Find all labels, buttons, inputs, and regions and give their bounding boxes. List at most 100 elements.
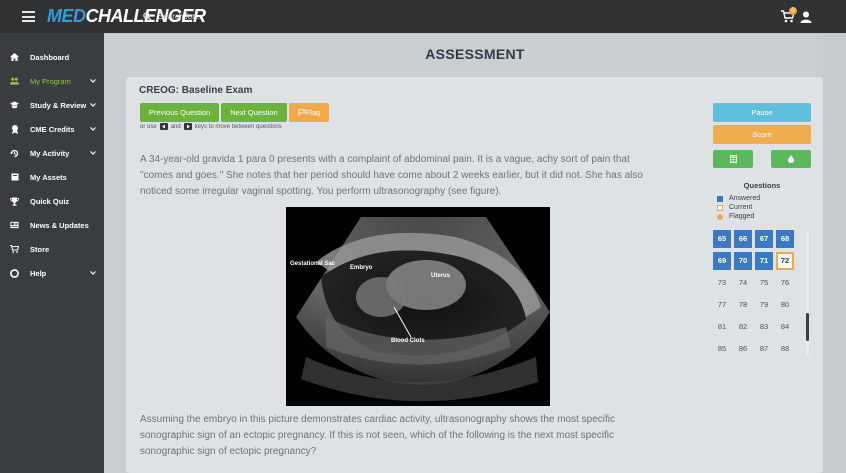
stem-line: "comes and goes." She notes that her per… (140, 170, 643, 181)
question-number-78[interactable]: 78 (734, 296, 752, 314)
sidebar-item-label: Quick Quiz (30, 196, 70, 206)
hint-prefix: or use (140, 123, 157, 130)
question-number-76[interactable]: 76 (776, 274, 794, 292)
exam-title: CREOG: Baseline Exam (139, 85, 253, 96)
question-number-82[interactable]: 82 (734, 318, 752, 336)
legend-answered-label: Answered (729, 195, 761, 202)
lab-values-button[interactable] (771, 150, 811, 168)
flag-button[interactable]: Flag (289, 103, 329, 122)
label-gestational-sac: Gestational Sac (290, 261, 336, 267)
user-icon (800, 11, 812, 23)
sidebar-item-label: My Program (30, 76, 71, 86)
question-number-79[interactable]: 79 (755, 296, 773, 314)
right-arrow-key-icon (183, 123, 192, 130)
search-icon (143, 11, 152, 21)
question-number-70[interactable]: 70 (734, 252, 752, 270)
sidebar-item-store[interactable]: Store (0, 238, 104, 260)
question-number-80[interactable]: 80 (776, 296, 794, 314)
top-bar: MEDCHALLENGER 0 (0, 0, 846, 33)
sidebar-item-label: My Activity (30, 148, 70, 158)
question-number-68[interactable]: 68 (776, 230, 794, 248)
question-line: sonographic sign of an ectopic pregnancy… (140, 430, 614, 441)
user-menu-button[interactable] (800, 10, 812, 23)
sidebar-item-news-updates[interactable]: News & Updates (0, 214, 104, 236)
flag-icon (298, 109, 306, 116)
question-stem: A 34-year-old gravida 1 para 0 presents … (140, 152, 680, 200)
stem-line: noticed some irregular vaginal spotting.… (140, 186, 502, 197)
page-title: ASSESSMENT (425, 46, 525, 62)
legend-answered: Answered (717, 195, 760, 202)
question-number-84[interactable]: 84 (776, 318, 794, 336)
question-number-81[interactable]: 81 (713, 318, 731, 336)
score-button[interactable]: Score (713, 125, 811, 144)
chevron-down-icon (90, 271, 96, 275)
stem-line: A 34-year-old gravida 1 para 0 presents … (140, 154, 630, 165)
question-number-77[interactable]: 77 (713, 296, 731, 314)
question-prompt: Assuming the embryo in this picture demo… (140, 412, 680, 460)
hint-suffix: keys to move between questions (194, 123, 282, 130)
sidebar-item-my-assets[interactable]: My Assets (0, 166, 104, 188)
legend-flagged-label: Flagged (729, 213, 755, 220)
question-number-86[interactable]: 86 (734, 340, 752, 358)
legend-flagged-swatch (717, 213, 723, 220)
question-number-72[interactable]: 72 (776, 252, 794, 270)
question-number-87[interactable]: 87 (755, 340, 773, 358)
question-number-83[interactable]: 83 (755, 318, 773, 336)
question-number-73[interactable]: 73 (713, 274, 731, 292)
sidebar-item-label: CME Credits (30, 124, 75, 134)
chevron-down-icon (90, 79, 96, 83)
keyboard-hint: or use and keys to move between question… (140, 123, 282, 130)
flag-button-label: Flag (305, 108, 321, 117)
life-ring-icon (10, 268, 19, 278)
cart-button[interactable]: 0 (781, 7, 797, 24)
calculator-button[interactable] (713, 150, 753, 168)
question-number-75[interactable]: 75 (755, 274, 773, 292)
history-icon (10, 149, 19, 158)
next-question-button[interactable]: Next Question (221, 103, 287, 122)
hamburger-menu-icon[interactable] (22, 11, 35, 22)
question-number-65[interactable]: 65 (713, 230, 731, 248)
home-icon (10, 53, 19, 62)
sidebar-item-study-review[interactable]: Study & Review (0, 94, 104, 116)
chevron-down-icon (90, 127, 96, 131)
cart-icon (10, 245, 19, 254)
tint-icon (788, 155, 794, 163)
label-embryo: Embryo (350, 265, 373, 271)
sidebar-item-label: Dashboard (30, 52, 70, 62)
sidebar-item-my-program[interactable]: My Program (0, 70, 104, 92)
question-number-71[interactable]: 71 (755, 252, 773, 270)
question-number-67[interactable]: 67 (755, 230, 773, 248)
sidebar-item-quick-quiz[interactable]: Quick Quiz (0, 190, 104, 212)
question-grid-scrollbar-thumb[interactable] (806, 313, 809, 341)
question-number-85[interactable]: 85 (713, 340, 731, 358)
pause-button[interactable]: Pause (713, 103, 811, 122)
calculator-icon (729, 155, 737, 163)
chevron-down-icon (90, 103, 96, 107)
legend-current-swatch (717, 204, 723, 211)
legend-current-label: Current (729, 204, 753, 211)
ultrasound-image (296, 217, 550, 402)
trophy-icon (10, 197, 19, 206)
sidebar-item-help[interactable]: Help (0, 262, 104, 284)
legend-answered-swatch (717, 195, 723, 202)
previous-question-button[interactable]: Previous Question (140, 103, 219, 122)
sidebar-item-label: Study & Review (30, 100, 87, 110)
question-number-66[interactable]: 66 (734, 230, 752, 248)
certificate-icon (10, 124, 19, 134)
newspaper-icon (10, 221, 19, 230)
chevron-down-icon (90, 151, 96, 155)
question-number-88[interactable]: 88 (776, 340, 794, 358)
graduation-cap-icon (10, 101, 19, 110)
question-number-74[interactable]: 74 (734, 274, 752, 292)
sidebar-item-label: My Assets (30, 172, 67, 182)
sidebar-item-dashboard[interactable]: Dashboard (0, 46, 104, 68)
sidebar-item-cme-credits[interactable]: CME Credits (0, 118, 104, 140)
question-number-69[interactable]: 69 (713, 252, 731, 270)
legend-flagged: Flagged (717, 213, 754, 220)
question-line: Assuming the embryo in this picture demo… (140, 414, 616, 425)
sidebar-item-label: Store (30, 244, 50, 254)
search-input[interactable] (158, 11, 298, 21)
sidebar-item-my-activity[interactable]: My Activity (0, 142, 104, 164)
sidebar-item-label: News & Updates (30, 220, 89, 230)
book-icon (10, 173, 19, 182)
